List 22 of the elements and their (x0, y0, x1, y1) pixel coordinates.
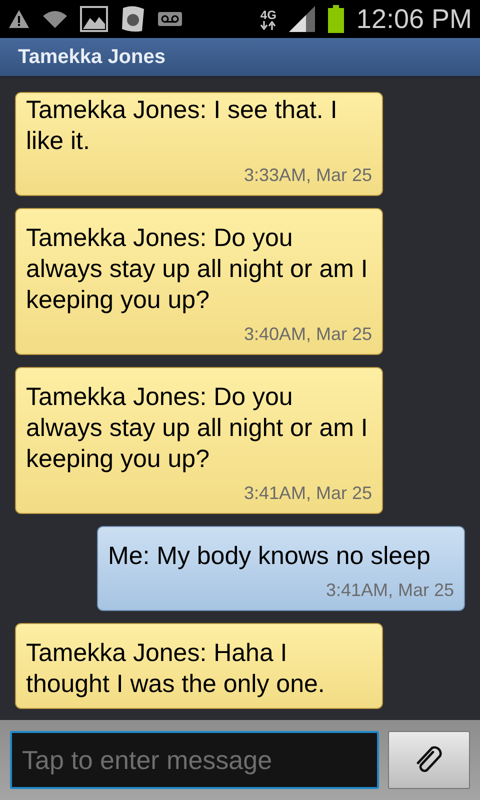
voicemail-icon (158, 12, 182, 26)
warning-icon (8, 9, 30, 29)
message-text: Tamekka Jones: Do you always stay up all night or am I keeping you up? (26, 382, 369, 475)
message-text: Tamekka Jones: Do you always stay up all night or am I keeping you up? (26, 223, 369, 316)
signal-icon (288, 5, 316, 33)
data-arrows-icon (260, 20, 276, 30)
image-icon (80, 6, 108, 32)
attach-button[interactable] (388, 731, 470, 789)
timestamp: 3:40AM, Mar 25 (242, 323, 372, 346)
battery-icon (328, 5, 344, 33)
app-icon (120, 5, 146, 33)
timestamp: 3:41AM, Mar 25 (324, 579, 454, 602)
message-text: Me: My body knows no sleep (108, 541, 432, 572)
message-text: Tamekka Jones: I see that. I like it. (26, 95, 338, 157)
conversation-title: Tamekka Jones (18, 45, 166, 70)
message-input[interactable]: Tap to enter message (10, 731, 380, 789)
timestamp: 3:33AM, Mar 25 (242, 164, 372, 187)
network-type: 4G (260, 8, 276, 20)
wifi-icon (42, 9, 68, 29)
clock: 12:06 PM (356, 6, 472, 32)
message-text: Tamekka Jones: Haha I thought I was the only one. (26, 638, 326, 700)
timestamp: 3:41AM, Mar 25 (242, 482, 372, 505)
